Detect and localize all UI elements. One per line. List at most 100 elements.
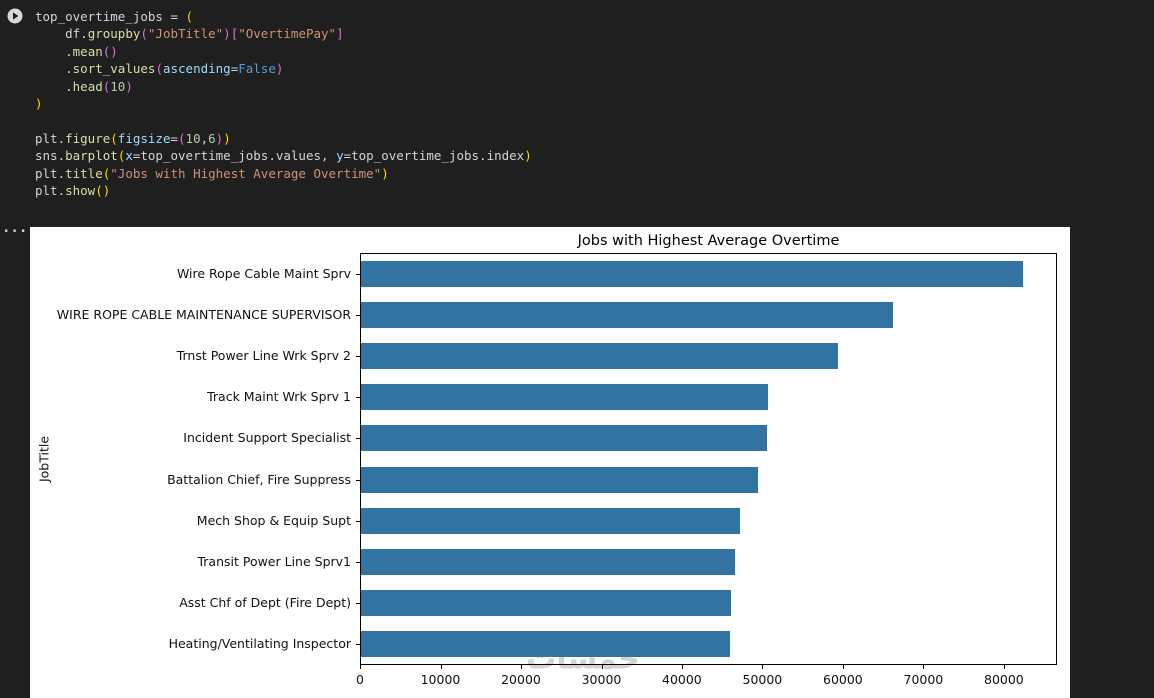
x-tick-label: 0 bbox=[356, 672, 364, 687]
code-token: ( bbox=[178, 130, 186, 146]
code-token: figsize bbox=[117, 130, 171, 146]
code-token: ) bbox=[524, 148, 532, 164]
code-line: top_overtime_jobs = ( bbox=[35, 8, 532, 25]
code-token: False bbox=[238, 61, 276, 77]
y-tick-label: Asst Chf of Dept (Fire Dept) bbox=[179, 595, 351, 611]
y-tick-label: Wire Rope Cable Maint Sprv bbox=[176, 265, 351, 281]
x-tick-mark bbox=[923, 665, 925, 669]
x-tick-label: 80000 bbox=[984, 672, 1024, 687]
code-token: =top_overtime_jobs.values, bbox=[132, 148, 337, 164]
x-tick-label: 30000 bbox=[581, 672, 622, 687]
x-tick-label: 60000 bbox=[823, 672, 863, 687]
code-token: . bbox=[35, 78, 73, 94]
bar bbox=[361, 507, 741, 534]
code-line: sns.barplot(x=top_overtime_jobs.values, … bbox=[35, 147, 532, 164]
code-token: top_overtime_jobs = bbox=[35, 9, 186, 24]
y-tick-label: Track Maint Wrk Sprv 1 bbox=[207, 389, 351, 405]
bar bbox=[361, 384, 769, 411]
code-token: plt. bbox=[35, 165, 66, 181]
code-token: x bbox=[125, 148, 133, 164]
run-cell-button[interactable] bbox=[7, 8, 23, 24]
y-tick-mark bbox=[356, 562, 360, 563]
bar bbox=[361, 260, 1024, 287]
y-tick-mark bbox=[356, 314, 360, 316]
cell-actions-ellipsis[interactable]: ... bbox=[2, 220, 27, 236]
bar bbox=[361, 590, 732, 617]
y-tick-mark bbox=[356, 438, 360, 440]
code-token: show bbox=[65, 183, 96, 199]
bar bbox=[361, 631, 731, 658]
code-token: ) bbox=[35, 96, 43, 112]
x-tick-mark bbox=[681, 665, 683, 669]
code-token: sns. bbox=[35, 148, 66, 164]
code-token: head bbox=[72, 78, 103, 94]
x-tick-mark bbox=[440, 665, 442, 669]
chart-figure-output: Jobs with Highest Average Overtime JobTi… bbox=[30, 227, 1070, 698]
y-tick-mark bbox=[356, 644, 360, 646]
code-token: 10 bbox=[185, 130, 201, 146]
code-line: plt.show() bbox=[35, 182, 532, 199]
code-token: ascending bbox=[162, 61, 231, 77]
y-tick-label: Trnst Power Line Wrk Sprv 2 bbox=[176, 348, 351, 363]
bar bbox=[361, 549, 735, 575]
code-token: ] bbox=[336, 26, 344, 42]
code-token: . bbox=[35, 43, 73, 59]
y-axis-label: JobTitle bbox=[36, 435, 52, 483]
code-token: () bbox=[95, 183, 111, 199]
code-token: ( bbox=[185, 9, 194, 24]
code-token: sort_values bbox=[72, 61, 156, 77]
code-token: title bbox=[65, 165, 103, 181]
code-token: ) bbox=[223, 26, 231, 42]
code-token: ) bbox=[381, 165, 389, 181]
y-tick-mark bbox=[356, 356, 360, 357]
y-tick-label: Transit Power Line Sprv1 bbox=[197, 554, 351, 569]
y-tick-mark bbox=[356, 397, 360, 399]
play-icon bbox=[7, 8, 23, 24]
y-tick-label: WIRE ROPE CABLE MAINTENANCE SUPERVISOR bbox=[56, 306, 351, 322]
y-tick-mark bbox=[356, 603, 360, 605]
code-token: ( bbox=[110, 130, 118, 146]
code-token: plt. bbox=[35, 183, 66, 199]
code-token: "OvertimePay" bbox=[238, 26, 337, 42]
code-line: .mean() bbox=[35, 43, 532, 60]
code-token: df. bbox=[35, 26, 88, 42]
x-tick-label: 20000 bbox=[501, 672, 541, 687]
x-tick-mark bbox=[842, 665, 844, 669]
y-tick-mark bbox=[356, 479, 360, 481]
code-token: = bbox=[170, 130, 179, 146]
code-token: "JobTitle" bbox=[147, 26, 224, 42]
bar bbox=[361, 301, 893, 328]
y-tick-label: Heating/Ventilating Inspector bbox=[168, 636, 351, 652]
bar bbox=[361, 466, 758, 493]
code-line: plt.title("Jobs with Highest Average Ove… bbox=[35, 165, 532, 182]
code-editor[interactable]: top_overtime_jobs = ( df.groupby("JobTit… bbox=[35, 8, 532, 199]
code-token: plt. bbox=[35, 130, 66, 146]
code-line: df.groupby("JobTitle")["OvertimePay"] bbox=[35, 25, 532, 42]
code-token: 10 bbox=[110, 78, 126, 94]
code-token: y bbox=[336, 148, 344, 164]
x-tick-label: 10000 bbox=[420, 672, 461, 687]
code-token: () bbox=[102, 43, 118, 59]
code-token: 6 bbox=[208, 130, 216, 146]
code-line: .head(10) bbox=[35, 78, 532, 95]
code-token: mean bbox=[72, 43, 103, 59]
bar bbox=[361, 425, 767, 452]
code-line: ) bbox=[35, 95, 532, 112]
code-token: figure bbox=[65, 130, 111, 146]
code-token: . bbox=[35, 61, 73, 77]
code-token: , bbox=[200, 130, 209, 146]
code-line: .sort_values(ascending=False) bbox=[35, 60, 532, 77]
x-tick-mark bbox=[601, 665, 603, 669]
x-tick-mark bbox=[360, 665, 361, 669]
code-token: ( bbox=[140, 26, 148, 42]
code-token: "Jobs with Highest Average Overtime" bbox=[110, 165, 382, 181]
y-tick-label: Mech Shop & Equip Supt bbox=[196, 512, 351, 528]
x-tick-label: 70000 bbox=[903, 672, 944, 687]
x-tick-label: 50000 bbox=[742, 672, 783, 687]
bar bbox=[361, 343, 838, 369]
x-tick-mark bbox=[1003, 665, 1005, 669]
code-token: ) bbox=[125, 78, 133, 94]
chart-title: Jobs with Highest Average Overtime bbox=[577, 233, 840, 249]
code-token: groupby bbox=[87, 26, 141, 42]
x-tick-mark bbox=[521, 665, 522, 669]
